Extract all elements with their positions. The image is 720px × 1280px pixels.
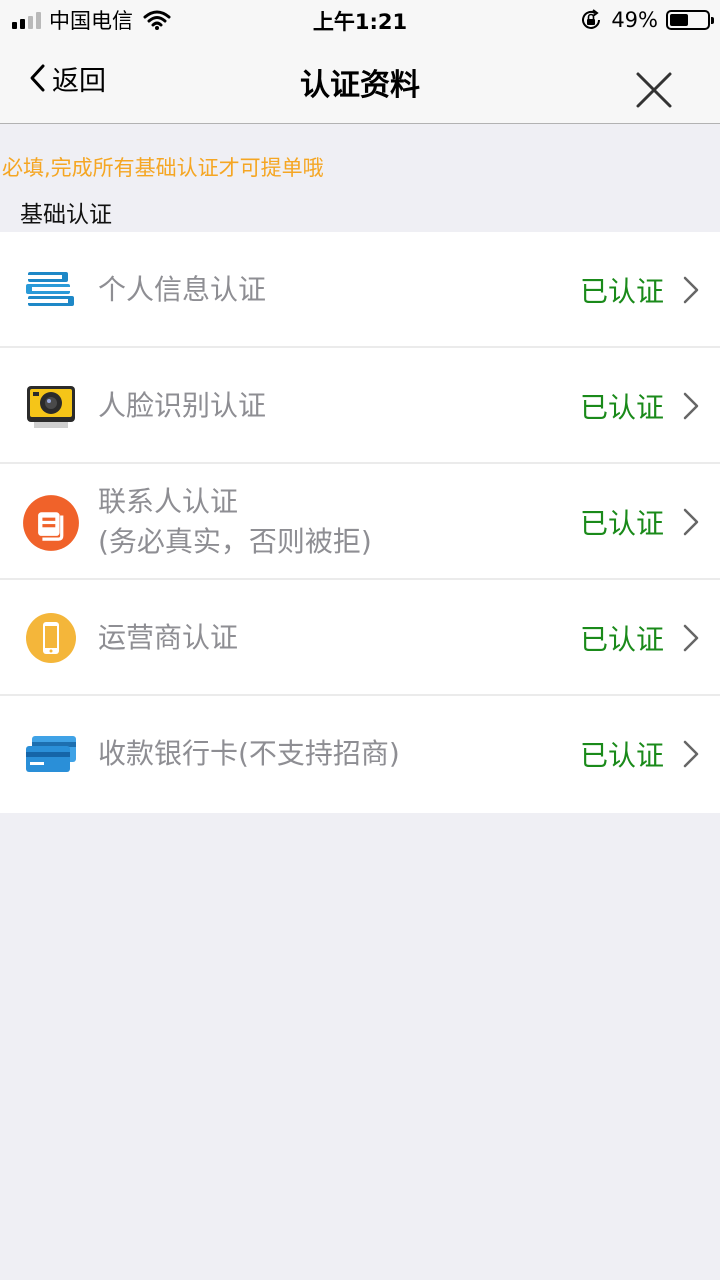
chevron-right-icon — [683, 508, 699, 536]
status-right: 49% — [579, 6, 714, 34]
battery-percent: 49% — [611, 8, 658, 32]
list-item-contacts[interactable]: 联系人认证 (务必真实，否则被拒) 已认证 — [0, 464, 720, 580]
camera-icon — [27, 386, 75, 428]
item-label-group: 运营商认证 — [98, 580, 238, 696]
item-label: 联系人认证 — [98, 485, 239, 518]
close-icon[interactable] — [634, 70, 674, 110]
list-item-face-recognition[interactable]: 人脸识别认证 已认证 — [0, 348, 720, 464]
item-label-group: 个人信息认证 — [98, 232, 266, 348]
item-label-group: 联系人认证 (务必真实，否则被拒) — [98, 464, 372, 580]
status-verified: 已认证 — [579, 275, 664, 308]
nav-bar: 返回 认证资料 — [0, 40, 720, 124]
item-label: 人脸识别认证 — [98, 389, 267, 422]
item-label-group: 人脸识别认证 — [98, 348, 266, 464]
chevron-right-icon — [683, 740, 699, 768]
item-sub-label: (务必真实，否则被拒) — [98, 525, 372, 558]
battery-fill — [670, 14, 688, 26]
list-item-personal-info[interactable]: 个人信息认证 已认证 — [0, 232, 720, 348]
chevron-right-icon — [683, 276, 699, 304]
chevron-right-icon — [683, 392, 699, 420]
orientation-lock-icon — [582, 9, 601, 29]
page-title: 认证资料 — [300, 68, 420, 103]
item-label: 收款银行卡(不支持招商) — [98, 737, 400, 770]
verification-list: 个人信息认证 已认证 人脸识别认证 已认证 联系人认证 (务必真实，否则被拒) … — [0, 232, 720, 813]
contacts-icon — [23, 495, 79, 551]
item-label-group: 收款银行卡(不支持招商) — [98, 696, 400, 812]
item-label: 运营商认证 — [98, 621, 239, 654]
status-verified: 已认证 — [579, 507, 664, 540]
books-icon — [26, 272, 74, 306]
section-title: 基础认证 — [20, 202, 112, 228]
chevron-right-icon — [683, 624, 699, 652]
item-label: 个人信息认证 — [98, 273, 267, 306]
status-bar: 中国电信 上午1:21 49% — [0, 0, 720, 40]
phone-icon — [26, 613, 76, 663]
list-item-carrier[interactable]: 运营商认证 已认证 — [0, 580, 720, 696]
status-verified: 已认证 — [579, 391, 664, 424]
bank-card-icon — [26, 736, 76, 772]
battery-icon — [666, 10, 714, 30]
list-item-bank-card[interactable]: 收款银行卡(不支持招商) 已认证 — [0, 696, 720, 813]
status-verified: 已认证 — [579, 623, 664, 656]
status-verified: 已认证 — [579, 739, 664, 772]
required-notice: 必填,完成所有基础认证才可提单哦 — [2, 156, 324, 180]
